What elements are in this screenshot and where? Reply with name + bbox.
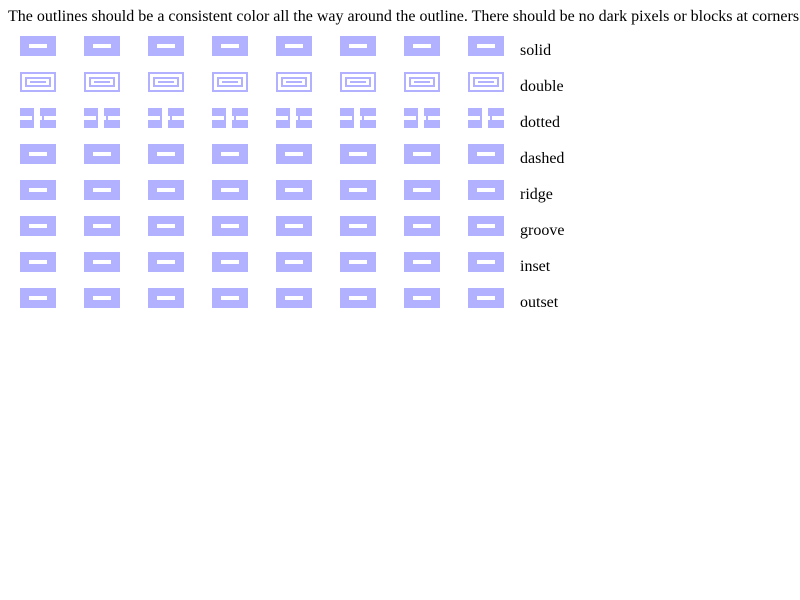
double-outline-box bbox=[148, 72, 184, 92]
double-outline-box bbox=[276, 72, 312, 92]
groove-outline-box bbox=[212, 216, 248, 236]
outline-style-label: inset bbox=[520, 258, 551, 275]
dotted-outline-box bbox=[340, 108, 376, 128]
double-outline-box bbox=[212, 72, 248, 92]
outset-outline-box bbox=[468, 288, 504, 308]
dashed-outline-box bbox=[148, 144, 184, 164]
outset-outline-box bbox=[20, 288, 56, 308]
groove-outline-box bbox=[84, 216, 120, 236]
solid-outline-box bbox=[468, 36, 504, 56]
inset-outline-box bbox=[20, 252, 56, 272]
groove-outline-box bbox=[20, 216, 56, 236]
dashed-outline-box bbox=[340, 144, 376, 164]
dashed-outline-box bbox=[84, 144, 120, 164]
double-outline-box bbox=[84, 72, 120, 92]
inset-outline-box bbox=[212, 252, 248, 272]
dotted-outline-box bbox=[212, 108, 248, 128]
inset-outline-box bbox=[276, 252, 312, 272]
dashed-outline-box bbox=[468, 144, 504, 164]
dashed-outline-box bbox=[212, 144, 248, 164]
solid-outline-box bbox=[404, 36, 440, 56]
outset-outline-box bbox=[148, 288, 184, 308]
outset-outline-box bbox=[84, 288, 120, 308]
groove-outline-box bbox=[276, 216, 312, 236]
dotted-outline-box bbox=[404, 108, 440, 128]
dotted-outline-box bbox=[276, 108, 312, 128]
ridge-outline-box bbox=[276, 180, 312, 200]
groove-outline-box bbox=[404, 216, 440, 236]
solid-outline-box bbox=[212, 36, 248, 56]
outset-outline-box bbox=[340, 288, 376, 308]
dotted-outline-box bbox=[148, 108, 184, 128]
outline-style-label: solid bbox=[520, 42, 552, 59]
outline-style-label: groove bbox=[520, 222, 565, 239]
dashed-outline-box bbox=[20, 144, 56, 164]
solid-outline-box bbox=[340, 36, 376, 56]
ridge-outline-box bbox=[340, 180, 376, 200]
inset-outline-box bbox=[148, 252, 184, 272]
inset-outline-box bbox=[468, 252, 504, 272]
solid-outline-box bbox=[84, 36, 120, 56]
ridge-outline-box bbox=[148, 180, 184, 200]
outset-outline-box bbox=[212, 288, 248, 308]
dotted-outline-box bbox=[20, 108, 56, 128]
dashed-outline-box bbox=[276, 144, 312, 164]
ridge-outline-box bbox=[84, 180, 120, 200]
dashed-outline-box bbox=[404, 144, 440, 164]
outline-style-label: outset bbox=[520, 294, 559, 311]
double-outline-box bbox=[20, 72, 56, 92]
dotted-outline-box bbox=[468, 108, 504, 128]
groove-outline-box bbox=[340, 216, 376, 236]
groove-outline-box bbox=[468, 216, 504, 236]
outset-outline-box bbox=[404, 288, 440, 308]
outline-style-label: dashed bbox=[520, 150, 565, 167]
outline-style-label: ridge bbox=[520, 186, 553, 203]
intro-text: The outlines should be a consistent colo… bbox=[8, 8, 800, 25]
outline-style-label: double bbox=[520, 78, 564, 95]
outset-outline-box bbox=[276, 288, 312, 308]
double-outline-box bbox=[404, 72, 440, 92]
ridge-outline-box bbox=[212, 180, 248, 200]
ridge-outline-box bbox=[20, 180, 56, 200]
ridge-outline-box bbox=[468, 180, 504, 200]
ridge-outline-box bbox=[404, 180, 440, 200]
inset-outline-box bbox=[404, 252, 440, 272]
inset-outline-box bbox=[340, 252, 376, 272]
solid-outline-box bbox=[276, 36, 312, 56]
outline-style-label: dotted bbox=[520, 114, 560, 131]
double-outline-box bbox=[468, 72, 504, 92]
inset-outline-box bbox=[84, 252, 120, 272]
groove-outline-box bbox=[148, 216, 184, 236]
double-outline-box bbox=[340, 72, 376, 92]
solid-outline-box bbox=[20, 36, 56, 56]
dotted-outline-box bbox=[84, 108, 120, 128]
solid-outline-box bbox=[148, 36, 184, 56]
